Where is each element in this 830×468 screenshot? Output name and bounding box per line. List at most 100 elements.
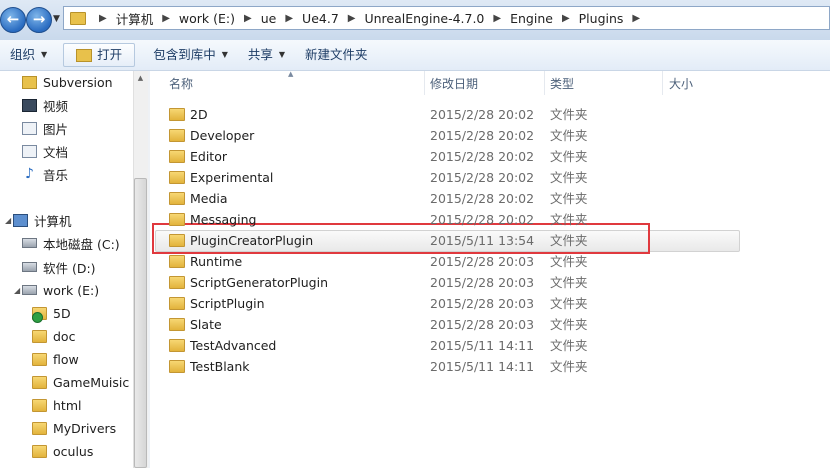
folder-icon bbox=[32, 444, 47, 458]
chevron-down-icon: ▼ bbox=[221, 50, 228, 59]
nav-item-5d[interactable]: 5D bbox=[32, 303, 71, 323]
file-type: 文件夹 bbox=[550, 212, 588, 227]
scroll-up-arrow-icon[interactable]: ▲ bbox=[134, 71, 147, 85]
folder-icon bbox=[169, 129, 185, 142]
file-row[interactable]: Editor 2015/2/28 20:02 文件夹 bbox=[150, 146, 830, 167]
breadcrumb-item[interactable]: 计算机 bbox=[116, 9, 154, 28]
file-name: Developer bbox=[190, 128, 255, 143]
nav-item-label: html bbox=[53, 397, 82, 413]
file-type: 文件夹 bbox=[550, 233, 588, 248]
column-header-size[interactable]: 大小 bbox=[663, 71, 783, 95]
forward-button[interactable]: → bbox=[26, 7, 52, 33]
back-button[interactable]: ← bbox=[0, 7, 26, 33]
nav-item-drive-e[interactable]: work (E:) bbox=[22, 280, 99, 300]
include-in-library-button[interactable]: 包含到库中 ▼ bbox=[143, 44, 238, 66]
nav-item-videos[interactable]: 视频 bbox=[22, 95, 68, 115]
nav-item-subversion[interactable]: Subversion bbox=[22, 72, 113, 92]
folder-icon bbox=[76, 48, 93, 62]
file-row[interactable]: TestAdvanced 2015/5/11 14:11 文件夹 bbox=[150, 335, 830, 356]
file-row[interactable]: Messaging 2015/2/28 20:02 文件夹 bbox=[150, 209, 830, 230]
nav-item-oculus[interactable]: oculus bbox=[32, 441, 93, 461]
chevron-right-icon[interactable]: ▶ bbox=[348, 13, 356, 24]
folder-icon bbox=[169, 171, 185, 184]
nav-item-label: 本地磁盘 (C:) bbox=[43, 236, 120, 252]
chevron-right-icon[interactable]: ▶ bbox=[285, 13, 293, 24]
folder-icon bbox=[70, 11, 86, 25]
nav-item-mydrivers[interactable]: MyDrivers bbox=[32, 418, 116, 438]
organize-button[interactable]: 组织 ▼ bbox=[0, 44, 57, 66]
address-field[interactable]: ▶ 计算机 ▶ work (E:) ▶ ue ▶ Ue4.7 ▶ UnrealE… bbox=[63, 6, 830, 30]
file-date: 2015/2/28 20:02 bbox=[430, 212, 535, 227]
chevron-right-icon[interactable]: ▶ bbox=[162, 13, 170, 24]
file-row[interactable]: Media 2015/2/28 20:02 文件夹 bbox=[150, 188, 830, 209]
file-row[interactable]: ScriptPlugin 2015/2/28 20:03 文件夹 bbox=[150, 293, 830, 314]
folder-icon bbox=[32, 329, 47, 343]
nav-item-drive-c[interactable]: 本地磁盘 (C:) bbox=[22, 233, 120, 253]
column-header-date[interactable]: 修改日期 bbox=[425, 71, 545, 95]
nav-scrollbar-thumb[interactable] bbox=[134, 178, 147, 468]
column-header-type[interactable]: 类型 bbox=[545, 71, 663, 95]
file-row[interactable]: Runtime 2015/2/28 20:03 文件夹 bbox=[150, 251, 830, 272]
nav-item-music[interactable]: ♪ 音乐 bbox=[22, 164, 68, 184]
file-row[interactable]: 2D 2015/2/28 20:02 文件夹 bbox=[150, 104, 830, 125]
file-name: Editor bbox=[190, 149, 227, 164]
breadcrumb-item[interactable]: Plugins bbox=[579, 11, 624, 26]
file-type: 文件夹 bbox=[550, 275, 588, 290]
folder-icon bbox=[169, 297, 185, 310]
breadcrumb-item[interactable]: Engine bbox=[510, 11, 553, 26]
column-name-label: 名称 bbox=[169, 77, 194, 91]
nav-item-label: work (E:) bbox=[43, 282, 100, 298]
open-button[interactable]: 打开 bbox=[63, 43, 136, 67]
nav-item-gamemuisic[interactable]: GameMuisic bbox=[32, 372, 129, 392]
chevron-right-icon[interactable]: ▶ bbox=[493, 13, 501, 24]
folder-icon bbox=[169, 276, 185, 289]
nav-item-html[interactable]: html bbox=[32, 395, 81, 415]
breadcrumb-item[interactable]: Ue4.7 bbox=[302, 11, 339, 26]
file-type: 文件夹 bbox=[550, 317, 588, 332]
svn-folder-icon bbox=[32, 306, 47, 323]
new-folder-button[interactable]: 新建文件夹 bbox=[295, 44, 378, 66]
file-row-selected[interactable]: PluginCreatorPlugin 2015/5/11 13:54 文件夹 bbox=[150, 230, 830, 251]
file-row[interactable]: Slate 2015/2/28 20:03 文件夹 bbox=[150, 314, 830, 335]
breadcrumb-item[interactable]: UnrealEngine-4.7.0 bbox=[364, 11, 484, 26]
nav-item-drive-d[interactable]: 软件 (D:) bbox=[22, 257, 96, 277]
breadcrumb-item[interactable]: ue bbox=[261, 11, 277, 26]
forward-arrow-icon: → bbox=[32, 10, 46, 28]
video-library-icon bbox=[22, 98, 37, 112]
file-type: 文件夹 bbox=[550, 128, 588, 143]
chevron-right-icon[interactable]: ▶ bbox=[99, 13, 107, 24]
file-name: Messaging bbox=[190, 212, 257, 227]
new-folder-label: 新建文件夹 bbox=[305, 47, 368, 62]
file-date: 2015/5/11 14:11 bbox=[430, 359, 535, 374]
nav-item-flow[interactable]: flow bbox=[32, 349, 79, 369]
recent-pages-dropdown-icon[interactable]: ▼ bbox=[53, 14, 60, 24]
folder-icon bbox=[32, 375, 47, 389]
chevron-down-icon: ▼ bbox=[41, 50, 48, 59]
file-row[interactable]: Experimental 2015/2/28 20:02 文件夹 bbox=[150, 167, 830, 188]
open-label: 打开 bbox=[97, 47, 123, 62]
folder-icon bbox=[169, 318, 185, 331]
file-row[interactable]: TestBlank 2015/5/11 14:11 文件夹 bbox=[150, 356, 830, 377]
file-date: 2015/2/28 20:02 bbox=[430, 128, 535, 143]
chevron-right-icon[interactable]: ▶ bbox=[632, 13, 640, 24]
nav-item-documents[interactable]: 文档 bbox=[22, 141, 68, 161]
file-name: PluginCreatorPlugin bbox=[190, 233, 314, 248]
nav-item-doc[interactable]: doc bbox=[32, 326, 75, 346]
nav-item-label: 视频 bbox=[43, 98, 69, 114]
nav-item-pictures[interactable]: 图片 bbox=[22, 118, 68, 138]
chevron-right-icon[interactable]: ▶ bbox=[562, 13, 570, 24]
nav-item-label: GameMuisic bbox=[53, 374, 130, 390]
file-date: 2015/5/11 14:11 bbox=[430, 338, 535, 353]
folder-icon bbox=[32, 352, 47, 366]
nav-item-computer[interactable]: 计算机 bbox=[13, 210, 72, 230]
nav-item-label: 音乐 bbox=[43, 167, 69, 183]
breadcrumb-item[interactable]: work (E:) bbox=[179, 11, 235, 26]
collapse-triangle-icon[interactable]: ◢ bbox=[5, 216, 11, 225]
file-row[interactable]: ScriptGeneratorPlugin 2015/2/28 20:03 文件夹 bbox=[150, 272, 830, 293]
include-library-label: 包含到库中 bbox=[153, 47, 216, 62]
share-button[interactable]: 共享 ▼ bbox=[238, 44, 295, 66]
file-row[interactable]: Developer 2015/2/28 20:02 文件夹 bbox=[150, 125, 830, 146]
folder-icon bbox=[169, 150, 185, 163]
collapse-triangle-icon[interactable]: ◢ bbox=[14, 286, 20, 295]
chevron-right-icon[interactable]: ▶ bbox=[244, 13, 252, 24]
